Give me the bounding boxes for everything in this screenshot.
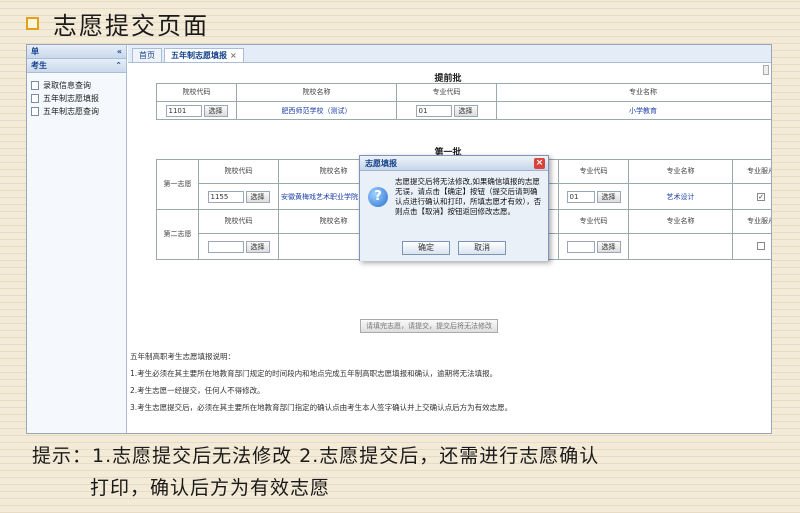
- select-school-button[interactable]: 选择: [203, 104, 228, 117]
- select-school-button[interactable]: 选择: [245, 240, 270, 253]
- notes-section: 五年制高职考生志愿填报说明： 1.考生必须在其主要所在地教育部门规定的时间段内和…: [130, 351, 770, 419]
- tip-line-1: 提示：1.志愿提交后无法修改 2.志愿提交后，还需进行志愿确认: [32, 445, 600, 467]
- notes-heading: 五年制高职考生志愿填报说明：: [130, 352, 235, 361]
- dialog-message: 志愿提交后将无法修改,如果确信填报的志愿无误，请点击【确定】按钮（提交后请到确认…: [395, 177, 542, 216]
- obey-cell: ✓: [732, 183, 771, 210]
- nav-item-five-year-query[interactable]: 五年制志愿查询: [31, 105, 122, 118]
- major-name-cell: [628, 233, 733, 260]
- school-code-input[interactable]: [207, 240, 244, 253]
- bullet-square-icon: [26, 16, 39, 30]
- question-icon: ?: [368, 187, 388, 207]
- chevron-up-icon[interactable]: ⌃: [115, 61, 122, 70]
- left-nav-panel: 单 « 考生 ⌃ 录取信息查询 五年制志愿填报 五年制志愿查询: [27, 45, 127, 433]
- col-major-code-label: 专业代码: [396, 83, 497, 102]
- school-code-cell: 1155 选择: [198, 183, 279, 210]
- nav-item-label: 录取信息查询: [43, 81, 91, 90]
- major-code-input[interactable]: 01: [566, 190, 595, 203]
- document-icon: [31, 81, 39, 90]
- nav-item-label: 五年制志愿填报: [43, 94, 99, 103]
- select-major-button[interactable]: 选择: [596, 190, 621, 203]
- col-school-name-label: 院校名称: [236, 83, 397, 102]
- col-major-name-label: 专业名称: [628, 209, 733, 234]
- search-document-icon: [31, 107, 39, 116]
- nav-item-admission-query[interactable]: 录取信息查询: [31, 79, 122, 92]
- dialog-titlebar[interactable]: 志愿填报 ×: [360, 156, 548, 171]
- tab-five-year-fill[interactable]: 五年制志愿填报 ×: [164, 48, 244, 62]
- note-item: 2.考生志愿一经提交，任何人不得修改。: [130, 386, 265, 395]
- school-code-input[interactable]: 1155: [207, 190, 244, 203]
- confirm-dialog: 志愿填报 × ? 志愿提交后将无法修改,如果确信填报的志愿无误，请点击【确定】按…: [359, 155, 549, 261]
- major-code-cell: 01 选择: [396, 101, 497, 120]
- slide-tip: 提示：1.志愿提交后无法修改 2.志愿提交后，还需进行志愿确认 打印，确认后方为…: [32, 440, 752, 504]
- close-icon[interactable]: ×: [230, 51, 237, 60]
- close-icon[interactable]: ×: [534, 157, 545, 169]
- major-name-value: 艺术设计: [666, 192, 695, 201]
- major-code-cell-2: 01 选择: [558, 183, 629, 210]
- obey-label: 专业服从: [732, 159, 771, 184]
- left-panel-header[interactable]: 单 «: [27, 45, 126, 59]
- dialog-title: 志愿填报: [365, 158, 397, 168]
- cancel-button[interactable]: 取消: [458, 241, 506, 255]
- school-name-cell: 肥西师范学校（测试）: [236, 101, 397, 120]
- first-choice-label: 第一志愿: [156, 159, 199, 210]
- note-item: 3.考生志愿提交后，必须在其主要所在地教育部门指定的确认点由考生本人签字确认并上…: [130, 403, 513, 412]
- col-school-code-label: 院校代码: [156, 83, 237, 102]
- school-name-value: 肥西师范学校（测试）: [281, 106, 352, 115]
- select-major-button[interactable]: 选择: [596, 240, 621, 253]
- dialog-buttons: 确定 取消: [360, 237, 548, 261]
- school-code-cell: 选择: [198, 233, 279, 260]
- left-panel-section[interactable]: 考生 ⌃: [27, 59, 126, 73]
- major-code-input[interactable]: [566, 240, 595, 253]
- tab-label: 五年制志愿填报: [171, 51, 227, 60]
- obey-checkbox[interactable]: ✓: [757, 193, 765, 201]
- nav-item-five-year-fill[interactable]: 五年制志愿填报: [31, 92, 122, 105]
- nav-item-label: 五年制志愿查询: [43, 107, 99, 116]
- obey-label: 专业服从: [732, 209, 771, 234]
- edit-document-icon: [31, 94, 39, 103]
- major-name-cell: 小学教育: [496, 101, 771, 120]
- second-choice-label: 第二志愿: [156, 209, 199, 260]
- major-code-input[interactable]: 01: [415, 104, 452, 117]
- major-name-value: 小学教育: [629, 106, 657, 115]
- major-code-cell: 选择: [558, 233, 629, 260]
- obey-cell: [732, 233, 771, 260]
- left-panel-section-label: 考生: [31, 61, 47, 70]
- col-major-code-label: 专业代码: [558, 209, 629, 234]
- select-major-button[interactable]: 选择: [453, 104, 478, 117]
- col-major-name-label: 专业名称: [628, 159, 733, 184]
- obey-checkbox[interactable]: [757, 241, 765, 250]
- submit-button[interactable]: 请填完志愿，请提交，提交后将无法修改: [360, 319, 498, 333]
- left-panel-header-label: 单: [31, 47, 39, 56]
- slide-heading: 志愿提交页面: [26, 6, 209, 40]
- ok-button[interactable]: 确定: [402, 241, 450, 255]
- col-school-code-label: 院校代码: [198, 159, 279, 184]
- school-code-input[interactable]: 1101: [165, 104, 202, 117]
- col-major-code-label: 专业代码: [558, 159, 629, 184]
- batch-pre-table: 院校代码 院校名称 专业代码 专业名称 1101 选择 肥西师范学校（测试） 01…: [156, 83, 771, 120]
- dialog-body: ? 志愿提交后将无法修改,如果确信填报的志愿无误，请点击【确定】按钮（提交后请到…: [360, 171, 548, 237]
- select-school-button[interactable]: 选择: [245, 190, 270, 203]
- note-item: 1.考生必须在其主要所在地教育部门规定的时间段内和地点完成五年制高职志愿填报和确…: [130, 369, 498, 378]
- tip-line-2: 打印，确认后方为有效志愿: [90, 477, 331, 499]
- tab-bar: 首页 五年制志愿填报 ×: [128, 45, 771, 63]
- app-screenshot: 单 « 考生 ⌃ 录取信息查询 五年制志愿填报 五年制志愿查询 首页 五年制志愿…: [26, 44, 772, 434]
- col-school-code-label: 院校代码: [198, 209, 279, 234]
- col-major-name-label: 专业名称: [496, 83, 771, 102]
- slide-title: 志愿提交页面: [53, 11, 209, 40]
- school-code-cell: 1101 选择: [156, 101, 237, 120]
- major-name-cell-2: 艺术设计: [628, 183, 733, 210]
- tab-home[interactable]: 首页: [132, 48, 162, 62]
- collapse-icon[interactable]: «: [117, 47, 122, 56]
- tab-label: 首页: [139, 51, 155, 60]
